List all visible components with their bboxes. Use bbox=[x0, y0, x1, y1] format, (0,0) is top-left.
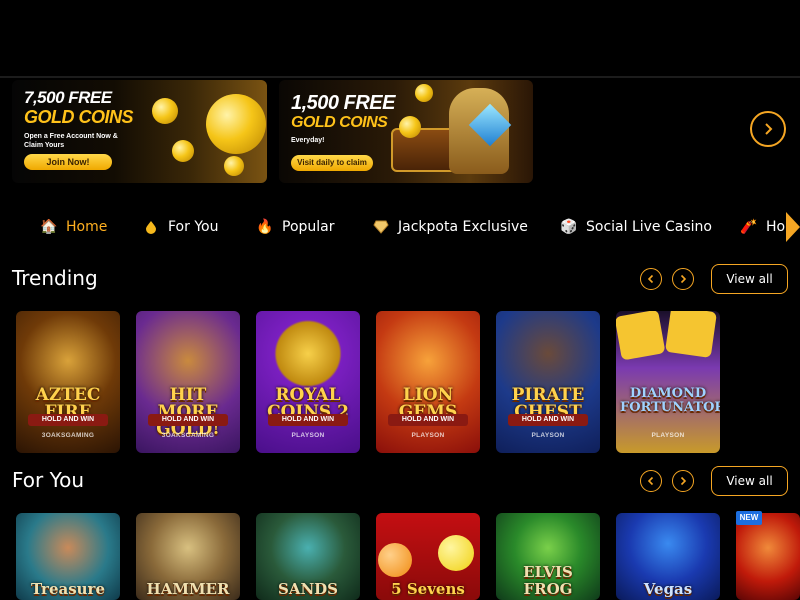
banner-headline: GOLD COINS bbox=[24, 107, 134, 127]
chevron-left-icon bbox=[647, 476, 654, 486]
tab-home[interactable]: 🏠 Home bbox=[40, 210, 107, 244]
game-tag: HOLD AND WIN bbox=[508, 414, 588, 426]
trending-prev-button[interactable] bbox=[640, 268, 662, 290]
firecracker-icon: 🧨 bbox=[740, 219, 758, 235]
diamond-icon bbox=[372, 218, 390, 236]
tab-holiday[interactable]: 🧨 Hol bbox=[740, 210, 789, 244]
banner-amount: 1,500 FREE bbox=[291, 92, 395, 114]
game-provider: 3OAKSGAMING bbox=[161, 432, 215, 439]
game-card-lion-gems[interactable]: LION GEMS HOLD AND WIN PLAYSON bbox=[376, 311, 480, 453]
trending-next-button[interactable] bbox=[672, 268, 694, 290]
game-title: Vegas bbox=[643, 580, 693, 598]
game-card-hammer[interactable]: HAMMER bbox=[136, 513, 240, 600]
chevron-right-icon bbox=[680, 476, 687, 486]
game-card-hit-more-gold[interactable]: HIT MORE GOLD! HOLD AND WIN 3OAKSGAMING bbox=[136, 311, 240, 453]
game-title: HAMMER bbox=[146, 580, 230, 598]
tab-social-live-casino[interactable]: 🎲 Social Live Casino bbox=[560, 210, 712, 244]
lemon-decoration bbox=[438, 535, 474, 571]
coin-decoration bbox=[172, 140, 194, 162]
game-card-treasure[interactable]: Treasure bbox=[16, 513, 120, 600]
for-you-next-button[interactable] bbox=[672, 470, 694, 492]
promo-banner-welcome[interactable]: 7,500 FREE GOLD COINS Open a Free Accoun… bbox=[12, 80, 267, 183]
chevron-left-icon bbox=[647, 274, 654, 284]
dice-decoration bbox=[616, 311, 666, 361]
tab-for-you[interactable]: For You bbox=[142, 210, 218, 244]
game-title: ELVIS FROG bbox=[523, 563, 573, 598]
game-art bbox=[736, 513, 800, 600]
tab-label: For You bbox=[168, 219, 219, 235]
game-provider: PLAYSON bbox=[411, 432, 445, 439]
category-tabs: 🏠 Home For You 🔥 Popular Jackpota Exclus… bbox=[0, 210, 800, 244]
game-title: Treasure bbox=[30, 580, 106, 598]
banner-subtext: Open a Free Account Now & Claim Yours bbox=[24, 133, 118, 149]
big-coin-decoration bbox=[206, 94, 266, 154]
section-title-trending: Trending bbox=[12, 266, 98, 290]
game-tag: HOLD AND WIN bbox=[28, 414, 108, 426]
game-provider: PLAYSON bbox=[651, 432, 685, 439]
game-card-aztec-fire[interactable]: AZTEC FIRE HOLD AND WIN 3OAKSGAMING bbox=[16, 311, 120, 453]
orange-decoration bbox=[378, 543, 412, 577]
join-now-button[interactable]: Join Now! bbox=[24, 154, 112, 170]
top-header bbox=[0, 0, 800, 78]
game-tag: HOLD AND WIN bbox=[268, 414, 348, 426]
game-provider: PLAYSON bbox=[291, 432, 325, 439]
for-you-prev-button[interactable] bbox=[640, 470, 662, 492]
game-card-new[interactable] bbox=[736, 513, 800, 600]
visit-daily-button[interactable]: Visit daily to claim bbox=[291, 155, 373, 171]
tab-label: Home bbox=[66, 219, 108, 235]
game-title: HIT MORE GOLD! bbox=[156, 385, 220, 439]
dice-icon: 🎲 bbox=[560, 219, 578, 235]
tab-jackpota-exclusive[interactable]: Jackpota Exclusive bbox=[372, 210, 528, 244]
coin-decoration bbox=[224, 156, 244, 176]
banner-headline: GOLD COINS bbox=[291, 114, 388, 131]
game-title: SANDS bbox=[277, 580, 339, 598]
game-card-diamond-fortunator[interactable]: DIAMOND FORTUNATOR PLAYSON bbox=[616, 311, 720, 453]
tab-label: Popular bbox=[282, 219, 335, 235]
game-tag: HOLD AND WIN bbox=[388, 414, 468, 426]
home-icon: 🏠 bbox=[40, 219, 58, 235]
game-card-vegas[interactable]: Vegas bbox=[616, 513, 720, 600]
new-badge: NEW bbox=[736, 511, 762, 525]
game-card-sands[interactable]: SANDS bbox=[256, 513, 360, 600]
coin-drop-icon bbox=[142, 218, 160, 236]
promo-banner-daily[interactable]: 1,500 FREE GOLD COINS Everyday! Visit da… bbox=[279, 80, 533, 183]
section-title-for-you: For You bbox=[12, 468, 85, 492]
game-tag: HOLD AND WIN bbox=[148, 414, 228, 426]
tab-label: Social Live Casino bbox=[586, 219, 712, 235]
banner-subtext: Everyday! bbox=[291, 137, 325, 144]
game-title: DIAMOND FORTUNATOR bbox=[620, 386, 720, 415]
coin-decoration bbox=[152, 98, 178, 124]
tab-popular[interactable]: 🔥 Popular bbox=[256, 210, 335, 244]
fire-icon: 🔥 bbox=[256, 219, 274, 235]
game-card-royal-coins-2[interactable]: ROYAL COINS 2 HOLD AND WIN PLAYSON bbox=[256, 311, 360, 453]
chevron-right-icon bbox=[765, 123, 773, 135]
trending-view-all-button[interactable]: View all bbox=[711, 264, 788, 294]
game-title: 5 Sevens bbox=[391, 580, 465, 598]
coin-decoration bbox=[415, 84, 433, 102]
dice-decoration bbox=[665, 311, 717, 358]
game-provider: 3OAKSGAMING bbox=[41, 432, 95, 439]
coin-decoration bbox=[399, 116, 421, 138]
game-provider: PLAYSON bbox=[531, 432, 565, 439]
for-you-view-all-button[interactable]: View all bbox=[711, 466, 788, 496]
tab-label: Jackpota Exclusive bbox=[398, 219, 528, 235]
banner-next-button[interactable] bbox=[750, 111, 786, 147]
categories-scroll-right-icon[interactable] bbox=[786, 212, 800, 242]
banner-amount: 7,500 FREE bbox=[24, 88, 112, 107]
game-card-elvis-frog[interactable]: ELVIS FROG bbox=[496, 513, 600, 600]
game-card-pirate-chest[interactable]: PIRATE CHEST HOLD AND WIN PLAYSON bbox=[496, 311, 600, 453]
game-card-5-sevens[interactable]: 5 Sevens bbox=[376, 513, 480, 600]
chevron-right-icon bbox=[680, 274, 687, 284]
